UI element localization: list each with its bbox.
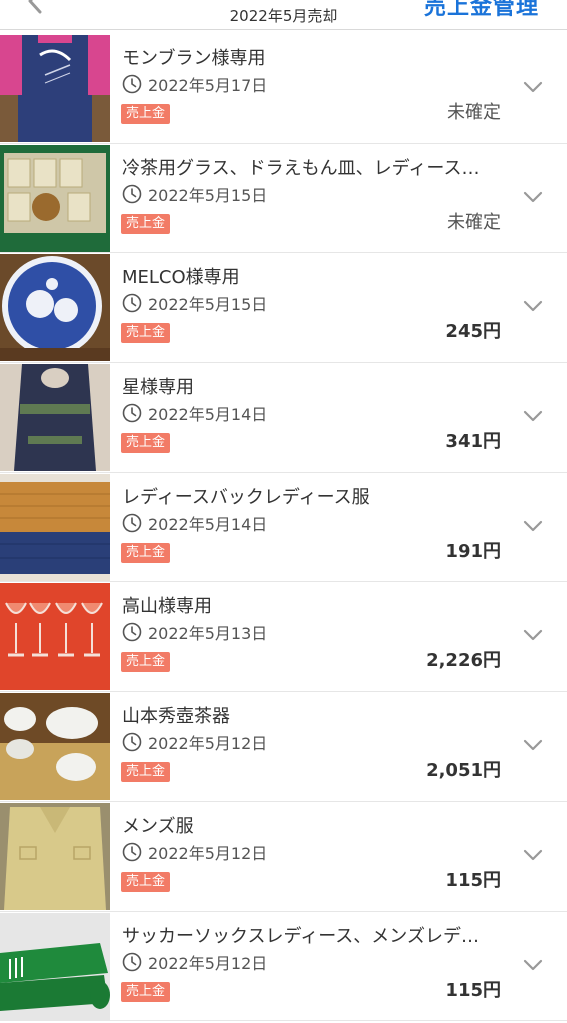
chevron-down-icon[interactable] bbox=[523, 80, 543, 94]
sale-amount: 191円 bbox=[445, 540, 501, 562]
sold-date: 2022年5月12日 bbox=[148, 843, 268, 863]
chevron-down-icon[interactable] bbox=[523, 190, 543, 204]
item-thumbnail bbox=[0, 254, 110, 362]
list-item[interactable]: メンズ服 2022年5月12日 売上金 115円 bbox=[0, 801, 567, 912]
chevron-down-icon[interactable] bbox=[523, 958, 543, 972]
chevron-down-icon[interactable] bbox=[523, 299, 543, 313]
sales-badge: 売上金 bbox=[121, 104, 171, 124]
sold-date: 2022年5月14日 bbox=[148, 514, 268, 534]
sale-amount: 341円 bbox=[445, 431, 501, 453]
list-item[interactable]: 高山様専用 2022年5月13日 売上金 2,226円 bbox=[0, 582, 567, 693]
list-item[interactable]: レディースバックレディース服 2022年5月14日 売上金 191円 bbox=[0, 472, 567, 583]
item-title: レディースバックレディース服 bbox=[122, 486, 370, 508]
sold-date: 2022年5月15日 bbox=[148, 185, 268, 205]
chevron-down-icon[interactable] bbox=[523, 519, 543, 533]
list-item[interactable]: サッカーソックスレディース、メンズレデ… 2022年5月12日 売上金 115円 bbox=[0, 911, 567, 1022]
chevron-down-icon[interactable] bbox=[523, 409, 543, 423]
top-bar: 2022年5月売却 売上金管理 bbox=[0, 0, 567, 30]
chevron-down-icon[interactable] bbox=[523, 848, 543, 862]
list-item[interactable]: 山本秀壺茶器 2022年5月12日 売上金 2,051円 bbox=[0, 692, 567, 802]
item-thumbnail bbox=[0, 912, 110, 1020]
clock-icon bbox=[122, 403, 142, 423]
item-thumbnail bbox=[0, 473, 110, 581]
chevron-down-icon[interactable] bbox=[523, 738, 543, 752]
list-item[interactable]: モンブラン様専用 2022年5月17日 売上金 未確定 bbox=[0, 34, 567, 144]
sales-badge: 売上金 bbox=[121, 762, 171, 783]
sale-amount: 2,226円 bbox=[426, 650, 501, 672]
sales-badge: 売上金 bbox=[121, 323, 171, 344]
sales-badge: 売上金 bbox=[121, 542, 171, 563]
sold-date: 2022年5月13日 bbox=[148, 624, 268, 644]
sales-badge: 売上金 bbox=[121, 871, 171, 892]
clock-icon bbox=[122, 294, 142, 313]
sold-date: 2022年5月12日 bbox=[148, 953, 268, 973]
list-item[interactable]: 星様専用 2022年5月14日 売上金 341円 bbox=[0, 363, 567, 473]
sales-management-link[interactable]: 売上金管理 bbox=[424, 0, 539, 21]
chevron-down-icon[interactable] bbox=[523, 628, 543, 642]
item-thumbnail bbox=[0, 144, 110, 252]
clock-icon bbox=[122, 184, 142, 203]
sale-amount: 未確定 bbox=[447, 211, 501, 233]
clock-icon bbox=[122, 842, 142, 862]
list-item[interactable]: MELCO様専用 2022年5月15日 売上金 245円 bbox=[0, 253, 567, 364]
sales-badge: 売上金 bbox=[121, 433, 171, 454]
clock-icon bbox=[122, 513, 142, 533]
clock-icon bbox=[122, 623, 142, 642]
item-title: MELCO様専用 bbox=[122, 267, 240, 289]
clock-icon bbox=[122, 732, 142, 752]
item-thumbnail bbox=[0, 35, 110, 142]
item-title: サッカーソックスレディース、メンズレデ… bbox=[122, 925, 479, 947]
sale-amount: 115円 bbox=[445, 979, 501, 1001]
item-title: モンブラン様専用 bbox=[122, 48, 266, 69]
sold-date: 2022年5月14日 bbox=[148, 405, 268, 425]
item-thumbnail bbox=[0, 583, 110, 691]
item-title: 山本秀壺茶器 bbox=[122, 706, 230, 728]
list-item[interactable]: 冷茶用グラス、ドラえもん皿、レディース… 2022年5月15日 売上金 未確定 bbox=[0, 143, 567, 254]
item-thumbnail bbox=[0, 693, 110, 801]
sold-date: 2022年5月15日 bbox=[148, 295, 268, 315]
sales-badge: 売上金 bbox=[121, 981, 171, 1002]
item-title: 高山様専用 bbox=[122, 596, 212, 618]
item-thumbnail bbox=[0, 802, 110, 910]
sale-amount: 115円 bbox=[445, 869, 501, 891]
item-thumbnail bbox=[0, 364, 110, 472]
clock-icon bbox=[122, 952, 142, 971]
item-title: メンズ服 bbox=[122, 815, 194, 837]
sold-items-list: モンブラン様専用 2022年5月17日 売上金 未確定 冷茶用グラス、ドラえもん… bbox=[0, 34, 567, 1022]
sale-amount: 未確定 bbox=[447, 102, 501, 123]
sales-badge: 売上金 bbox=[121, 213, 171, 234]
sold-date: 2022年5月12日 bbox=[148, 734, 268, 754]
sales-badge: 売上金 bbox=[121, 652, 171, 673]
sale-amount: 2,051円 bbox=[426, 760, 501, 782]
item-title: 冷茶用グラス、ドラえもん皿、レディース… bbox=[122, 157, 480, 179]
clock-icon bbox=[122, 74, 142, 94]
item-title: 星様専用 bbox=[122, 377, 194, 399]
sold-date: 2022年5月17日 bbox=[148, 76, 268, 95]
sale-amount: 245円 bbox=[445, 321, 501, 343]
